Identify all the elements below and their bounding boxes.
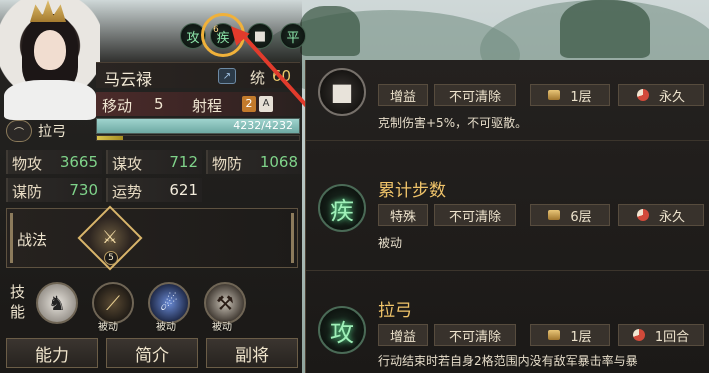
stat-label: 物防 bbox=[212, 155, 243, 173]
effect-type-tag: 增益 bbox=[378, 84, 428, 106]
stat-strategy-defense: 谋防 730 bbox=[6, 178, 102, 202]
tab-ability[interactable]: 能力 bbox=[6, 338, 98, 368]
stat-label: 谋攻 bbox=[112, 155, 143, 173]
effect-dispel-tag: 不可清除 bbox=[434, 84, 516, 106]
bow-icon: ⌒ bbox=[6, 120, 32, 142]
effect-duration-tag: 永久 bbox=[618, 84, 704, 106]
hp-bar: 4232/4232 bbox=[96, 118, 300, 134]
tactic-section: 战法 ⚔ 5 bbox=[6, 205, 298, 271]
hp-text: 4232/4232 bbox=[233, 119, 293, 132]
effect-layers: 1层 bbox=[570, 329, 592, 345]
weapon-label: 拉弓 bbox=[38, 124, 66, 140]
tactic-glyph: ⚔ bbox=[101, 227, 119, 248]
effect-duration: 永久 bbox=[658, 209, 685, 225]
effect-description: 被动 bbox=[378, 236, 403, 250]
frame-ornament bbox=[10, 213, 13, 263]
stat-label: 运势 bbox=[112, 183, 143, 201]
stat-label: 物攻 bbox=[12, 155, 43, 173]
effect-dispel-tag: 不可清除 bbox=[434, 204, 516, 226]
range-extra: A bbox=[259, 96, 273, 112]
effect-name: 累计步数 bbox=[378, 181, 446, 201]
tactic-label: 战法 bbox=[17, 231, 48, 249]
move-range-row: 移动 5 射程 2 A bbox=[96, 92, 300, 116]
effect-layers-tag: 1层 bbox=[530, 84, 610, 106]
effect-duration: 1回合 bbox=[654, 329, 690, 345]
xp-bar bbox=[96, 135, 300, 141]
effect-layers: 1层 bbox=[570, 89, 592, 105]
effect-duration: 永久 bbox=[658, 89, 685, 105]
portrait-crown bbox=[30, 0, 66, 22]
effect-type-tag: 特殊 bbox=[378, 204, 428, 226]
duration-icon bbox=[636, 209, 649, 221]
effect-dispel-tag: 不可清除 bbox=[434, 324, 516, 346]
skill-tag: 被动 bbox=[98, 322, 118, 333]
divider bbox=[306, 140, 709, 141]
buff-effect-icon: ■ bbox=[318, 68, 366, 116]
skills-label: 技能 bbox=[10, 283, 26, 321]
range-label: 射程 bbox=[192, 97, 223, 115]
stat-strategy-attack: 谋攻 712 bbox=[106, 150, 202, 174]
effect-type-tag: 增益 bbox=[378, 324, 428, 346]
status-count: 6 bbox=[213, 25, 219, 35]
tactic-level: 5 bbox=[104, 251, 118, 265]
background-tree bbox=[560, 0, 650, 58]
archer-troop-icon: ↗ bbox=[218, 68, 236, 84]
portrait-face bbox=[34, 30, 66, 70]
stat-fortune: 运势 621 bbox=[106, 178, 202, 202]
bottom-tabs: 能力 简介 副将 bbox=[6, 338, 298, 368]
tab-profile[interactable]: 简介 bbox=[106, 338, 198, 368]
divider bbox=[306, 270, 709, 271]
effect-layers-tag: 6层 bbox=[530, 204, 610, 226]
stat-value: 712 bbox=[169, 153, 198, 171]
layers-icon bbox=[548, 90, 561, 100]
calm-status-icon[interactable]: 平 bbox=[280, 23, 306, 49]
effect-name: 拉弓 bbox=[378, 301, 412, 321]
leadership-label: 统 bbox=[250, 69, 266, 87]
duration-icon bbox=[632, 329, 645, 341]
tab-deputy[interactable]: 副将 bbox=[206, 338, 298, 368]
skill-tag: 被动 bbox=[212, 322, 232, 333]
stat-value: 1068 bbox=[259, 153, 298, 171]
character-panel: ⌒ 拉弓 马云禄 ↗ 统 60 移动 5 射程 2 A 4232/4232 物攻… bbox=[0, 0, 302, 373]
move-label: 移动 bbox=[102, 97, 133, 115]
stat-value: 3665 bbox=[59, 153, 98, 171]
frame-ornament bbox=[291, 213, 294, 263]
effect-duration-tag: 1回合 bbox=[618, 324, 704, 346]
attack-effect-icon: 攻 bbox=[318, 306, 366, 354]
range-value: 2 bbox=[242, 96, 256, 112]
character-name: 马云禄 bbox=[104, 70, 153, 89]
status-detail-panel: ■ 增益 不可清除 1层 永久 克制伤害+5%，不可驱散。 疾 累计步数 特殊 … bbox=[305, 60, 709, 373]
duration-icon bbox=[636, 89, 649, 101]
effect-description: 克制伤害+5%，不可驱散。 bbox=[378, 116, 528, 130]
stat-value: 730 bbox=[69, 181, 98, 199]
effect-duration-tag: 永久 bbox=[618, 204, 704, 226]
stat-label: 谋防 bbox=[12, 183, 43, 201]
portrait-fur-collar bbox=[4, 80, 96, 120]
layers-icon bbox=[548, 330, 561, 340]
skill-tag: 被动 bbox=[156, 322, 176, 333]
xp-fill bbox=[97, 136, 124, 140]
layers-icon bbox=[548, 210, 561, 220]
stat-physical-attack: 物攻 3665 bbox=[6, 150, 102, 174]
character-portrait[interactable] bbox=[0, 0, 100, 120]
swift-effect-icon: 疾 bbox=[318, 184, 366, 232]
effect-layers: 6层 bbox=[570, 209, 592, 225]
stat-physical-defense: 物防 1068 bbox=[206, 150, 302, 174]
effect-description: 行动结束时若自身2格范围内没有敌军暴击率与暴 bbox=[378, 354, 638, 368]
background-tree bbox=[300, 6, 360, 56]
stat-value: 621 bbox=[169, 181, 198, 199]
move-value: 5 bbox=[154, 95, 164, 113]
effect-layers-tag: 1层 bbox=[530, 324, 610, 346]
spear-rider-icon[interactable]: ♞ bbox=[36, 282, 78, 324]
